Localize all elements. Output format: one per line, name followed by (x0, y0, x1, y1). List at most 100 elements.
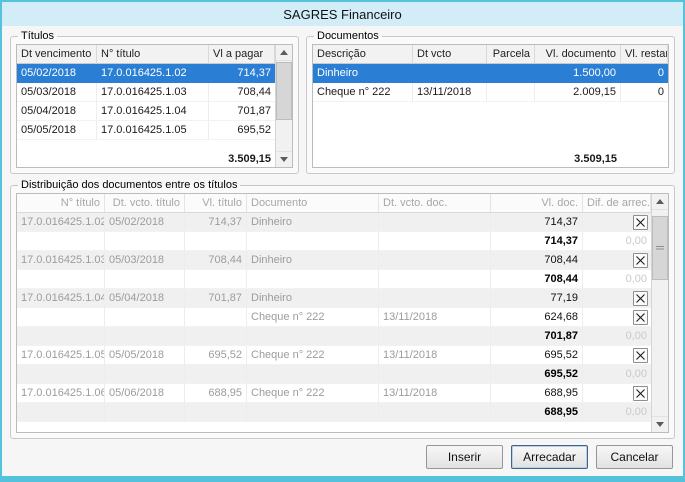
documentos-cell-vl-documento: 2.009,15 (535, 83, 621, 102)
dist-cell-numero (17, 308, 105, 327)
remove-allocation-button[interactable] (633, 310, 648, 325)
documentos-col-vl-restante[interactable]: Vl. restante (621, 45, 668, 64)
dist-cell-vl-titulo (185, 308, 247, 327)
documentos-col-descricao[interactable]: Descrição (313, 45, 413, 64)
remove-allocation-button[interactable] (633, 386, 648, 401)
dist-scroll-track[interactable] (652, 210, 668, 416)
distribuicao-groupbox: Distribuição dos documentos entre os tít… (10, 179, 675, 439)
spacer-cell (105, 327, 185, 346)
spacer-cell (247, 403, 379, 422)
documentos-col-dt-vcto[interactable]: Dt vcto (413, 45, 487, 64)
spacer-cell (105, 270, 185, 289)
documentos-cell-dt-vcto: 13/11/2018 (413, 83, 487, 102)
titulos-cell-dt-vencimento: 05/05/2018 (17, 121, 97, 140)
dist-col-documento: Documento (247, 194, 379, 213)
spacer-cell (185, 365, 247, 384)
titulos-scrollbar[interactable] (275, 45, 292, 167)
dist-cell-vl-titulo: 695,52 (185, 346, 247, 365)
documentos-col-parcela[interactable]: Parcela (487, 45, 535, 64)
spacer-cell (379, 365, 491, 384)
spacer-cell (247, 232, 379, 251)
dist-detail-row[interactable]: 17.0.016425.1.0605/06/2018688,95Cheque n… (17, 384, 651, 403)
dist-scroll-thumb[interactable] (652, 216, 668, 280)
titulos-scroll-track[interactable] (276, 61, 292, 151)
titulos-row[interactable]: 05/02/201817.0.016425.1.02714,37 (17, 64, 275, 83)
titulos-cell-vl-a-pagar: 714,37 (209, 64, 275, 83)
documentos-col-vl-documento[interactable]: Vl. documento (535, 45, 621, 64)
dist-detail-row[interactable]: 17.0.016425.1.0505/05/2018695,52Cheque n… (17, 346, 651, 365)
titulos-cell-numero: 17.0.016425.1.05 (97, 121, 209, 140)
titulos-cell-dt-vencimento: 05/03/2018 (17, 83, 97, 102)
spacer-cell (105, 365, 185, 384)
dist-cell-numero: 17.0.016425.1.06 (17, 384, 105, 403)
titulos-row[interactable]: 05/04/201817.0.016425.1.04701,87 (17, 102, 275, 121)
documentos-cell-descricao: Dinheiro (313, 64, 413, 83)
titulos-total-value: 3.509,15 (209, 148, 275, 167)
cancelar-button[interactable]: Cancelar (596, 445, 673, 469)
distribuicao-scrollbar[interactable] (651, 194, 668, 432)
titulos-scroll-up-button[interactable] (276, 45, 292, 61)
dist-scroll-down-button[interactable] (652, 416, 668, 432)
dist-cell-dif (583, 289, 651, 308)
spacer-cell (313, 148, 413, 167)
spacer-cell (413, 148, 487, 167)
dist-cell-dif-value: 0,00 (583, 365, 651, 384)
dist-col-vl-titulo: Vl. título (185, 194, 247, 213)
titulos-table: Dt vencimento N° título Vl a pagar 05/02… (16, 44, 293, 168)
titulos-rows: 05/02/201817.0.016425.1.02714,3705/03/20… (17, 64, 275, 140)
documentos-row[interactable]: Dinheiro1.500,000 (313, 64, 668, 83)
dialog-content: Títulos Dt vencimento N° título Vl a pag… (2, 26, 683, 476)
dist-cell-subtotal-vl-doc: 688,95 (491, 403, 583, 422)
spacer-cell (185, 270, 247, 289)
dist-subtotal-row: 695,520,00 (17, 365, 651, 384)
spacer-cell (17, 270, 105, 289)
x-icon (635, 293, 646, 304)
spacer-cell (379, 327, 491, 346)
dist-cell-dt-vcto-doc (379, 213, 491, 232)
titulos-col-dt-vencimento[interactable]: Dt vencimento (17, 45, 97, 64)
dist-cell-subtotal-vl-doc: 701,87 (491, 327, 583, 346)
titulos-col-vl-a-pagar[interactable]: Vl a pagar (209, 45, 275, 64)
dist-cell-dt-vcto-titulo: 05/04/2018 (105, 289, 185, 308)
titulos-scroll-thumb[interactable] (276, 62, 292, 120)
documentos-label: Documentos (314, 30, 382, 42)
documentos-row[interactable]: Cheque n° 22213/11/20182.009,150 (313, 83, 668, 102)
titulos-row[interactable]: 05/03/201817.0.016425.1.03708,44 (17, 83, 275, 102)
spacer-cell (17, 232, 105, 251)
dist-cell-dt-vcto-titulo: 05/05/2018 (105, 346, 185, 365)
titulos-cell-numero: 17.0.016425.1.04 (97, 102, 209, 121)
documentos-cell-parcela (487, 64, 535, 83)
dist-cell-dt-vcto-titulo: 05/03/2018 (105, 251, 185, 270)
dist-cell-numero: 17.0.016425.1.04 (17, 289, 105, 308)
dist-scroll-up-button[interactable] (652, 194, 668, 210)
spacer-cell (379, 232, 491, 251)
dist-col-dif-de-arrec: Dif. de arrec. (583, 194, 651, 213)
titulos-col-numero[interactable]: N° título (97, 45, 209, 64)
dist-cell-documento: Cheque n° 222 (247, 384, 379, 403)
dist-detail-row[interactable]: 17.0.016425.1.0305/03/2018708,44Dinheiro… (17, 251, 651, 270)
titulos-rows-column: Dt vencimento N° título Vl a pagar 05/02… (17, 45, 275, 167)
spacer-cell (185, 327, 247, 346)
remove-allocation-button[interactable] (633, 215, 648, 230)
remove-allocation-button[interactable] (633, 348, 648, 363)
spacer-cell (621, 148, 668, 167)
dist-detail-row[interactable]: Cheque n° 22213/11/2018624,68 (17, 308, 651, 327)
titulos-scroll-down-button[interactable] (276, 151, 292, 167)
dist-detail-row[interactable]: 17.0.016425.1.0205/02/2018714,37Dinheiro… (17, 213, 651, 232)
remove-allocation-button[interactable] (633, 291, 648, 306)
documentos-table: Descrição Dt vcto Parcela Vl. documento … (312, 44, 669, 168)
dist-cell-dt-vcto-doc: 13/11/2018 (379, 308, 491, 327)
dist-cell-documento: Dinheiro (247, 213, 379, 232)
thumb-grip-icon (656, 246, 664, 251)
dist-cell-documento: Dinheiro (247, 251, 379, 270)
x-icon (635, 217, 646, 228)
dist-cell-dif-value: 0,00 (583, 232, 651, 251)
remove-allocation-button[interactable] (633, 253, 648, 268)
inserir-button[interactable]: Inserir (426, 445, 503, 469)
dist-detail-row[interactable]: 17.0.016425.1.0405/04/2018701,87Dinheiro… (17, 289, 651, 308)
arrecadar-button[interactable]: Arrecadar (511, 445, 588, 469)
distribuicao-rows: 17.0.016425.1.0205/02/2018714,37Dinheiro… (17, 213, 651, 422)
titulos-cell-numero: 17.0.016425.1.02 (97, 64, 209, 83)
distribuicao-header-row: N° título Dt. vcto. título Vl. título Do… (17, 194, 651, 213)
titulos-row[interactable]: 05/05/201817.0.016425.1.05695,52 (17, 121, 275, 140)
